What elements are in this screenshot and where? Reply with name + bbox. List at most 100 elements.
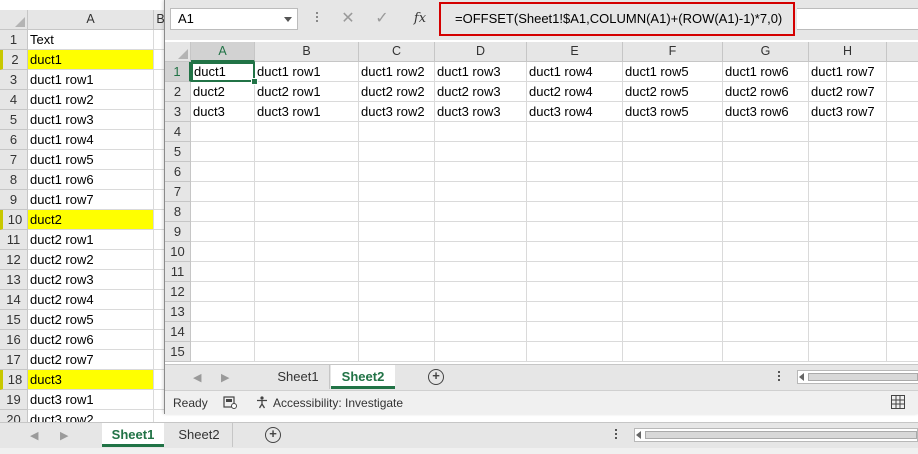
scroll-left-arrow-icon[interactable] — [799, 373, 804, 381]
row-header[interactable]: 2 — [165, 82, 191, 102]
cell-g12[interactable] — [723, 282, 809, 302]
cell-a[interactable]: duct3 row1 — [28, 390, 154, 410]
cell-a[interactable]: duct3 — [28, 370, 154, 390]
cell-e3[interactable]: duct3 row4 — [527, 102, 623, 122]
cell-c14[interactable] — [359, 322, 435, 342]
cell-f10[interactable] — [623, 242, 723, 262]
cell-h13[interactable] — [809, 302, 887, 322]
row-header[interactable]: 9 — [0, 190, 28, 210]
cell-g2[interactable]: duct2 row6 — [723, 82, 809, 102]
cell-c4[interactable] — [359, 122, 435, 142]
row-header[interactable]: 16 — [0, 330, 28, 350]
cell-partial[interactable] — [887, 222, 918, 242]
cell-b3[interactable]: duct3 row1 — [255, 102, 359, 122]
tab-scroll-right-icon[interactable]: ▶ — [60, 429, 68, 442]
cell-g10[interactable] — [723, 242, 809, 262]
cell-a[interactable]: duct1 — [28, 50, 154, 70]
cell-e7[interactable] — [527, 182, 623, 202]
tab-scroll-left-icon[interactable]: ◀ — [193, 371, 201, 384]
cell-h9[interactable] — [809, 222, 887, 242]
cell-a14[interactable] — [191, 322, 255, 342]
cell-g8[interactable] — [723, 202, 809, 222]
cell-partial[interactable] — [887, 242, 918, 262]
cell-c7[interactable] — [359, 182, 435, 202]
cell-e6[interactable] — [527, 162, 623, 182]
cell-a6[interactable] — [191, 162, 255, 182]
cell-d7[interactable] — [435, 182, 527, 202]
cell-h5[interactable] — [809, 142, 887, 162]
cell-b10[interactable] — [255, 242, 359, 262]
cell-a[interactable]: duct2 row2 — [28, 250, 154, 270]
row-header[interactable]: 14 — [0, 290, 28, 310]
cell-partial[interactable] — [887, 262, 918, 282]
cell-f9[interactable] — [623, 222, 723, 242]
row-header[interactable]: 13 — [165, 302, 191, 322]
fx-icon[interactable]: fx — [409, 9, 431, 29]
cell-e4[interactable] — [527, 122, 623, 142]
cell-d1[interactable]: duct1 row3 — [435, 62, 527, 82]
column-header-h[interactable]: H — [809, 42, 887, 62]
cell-a12[interactable] — [191, 282, 255, 302]
cell-h15[interactable] — [809, 342, 887, 362]
cell-d12[interactable] — [435, 282, 527, 302]
cell-d3[interactable]: duct3 row3 — [435, 102, 527, 122]
name-box[interactable]: A1 — [170, 8, 298, 30]
cell-a[interactable]: duct1 row2 — [28, 90, 154, 110]
cell-f2[interactable]: duct2 row5 — [623, 82, 723, 102]
cell-d14[interactable] — [435, 322, 527, 342]
cell-f14[interactable] — [623, 322, 723, 342]
add-sheet-icon[interactable]: + — [265, 427, 281, 443]
row-header[interactable]: 7 — [0, 150, 28, 170]
cell-a[interactable]: duct1 row1 — [28, 70, 154, 90]
cell-a[interactable]: duct2 row4 — [28, 290, 154, 310]
cell-c15[interactable] — [359, 342, 435, 362]
cell-c10[interactable] — [359, 242, 435, 262]
cell-e12[interactable] — [527, 282, 623, 302]
cell-partial[interactable] — [887, 302, 918, 322]
cell-f3[interactable]: duct3 row5 — [623, 102, 723, 122]
cell-partial[interactable] — [887, 162, 918, 182]
row-header[interactable]: 15 — [165, 342, 191, 362]
row-header[interactable]: 11 — [165, 262, 191, 282]
column-header-a[interactable]: A — [28, 10, 154, 30]
macro-record-icon[interactable] — [223, 395, 237, 409]
cancel-icon[interactable]: ✕ — [337, 9, 359, 29]
cell-b6[interactable] — [255, 162, 359, 182]
cell-c2[interactable]: duct2 row2 — [359, 82, 435, 102]
cell-partial[interactable] — [887, 62, 918, 82]
accessibility-icon[interactable] — [255, 395, 269, 409]
cell-d9[interactable] — [435, 222, 527, 242]
row-header[interactable]: 5 — [165, 142, 191, 162]
column-header-e[interactable]: E — [527, 42, 623, 62]
cell-c8[interactable] — [359, 202, 435, 222]
cell-a[interactable]: Text — [28, 30, 154, 50]
row-header[interactable]: 5 — [0, 110, 28, 130]
cell-a11[interactable] — [191, 262, 255, 282]
cell-b8[interactable] — [255, 202, 359, 222]
scrollbar-thumb[interactable] — [808, 373, 918, 381]
formula-bar-resize-handle[interactable] — [315, 12, 319, 26]
column-header-a[interactable]: A — [191, 42, 255, 62]
row-header[interactable]: 1 — [0, 30, 28, 50]
formula-input[interactable]: =OFFSET(Sheet1!$A1,COLUMN(A1)+(ROW(A1)-1… — [443, 8, 795, 30]
cell-partial[interactable] — [887, 282, 918, 302]
cell-a15[interactable] — [191, 342, 255, 362]
row-header[interactable]: 18 — [0, 370, 28, 390]
cell-f13[interactable] — [623, 302, 723, 322]
cell-a8[interactable] — [191, 202, 255, 222]
cell-f5[interactable] — [623, 142, 723, 162]
cell-h3[interactable]: duct3 row7 — [809, 102, 887, 122]
cell-e8[interactable] — [527, 202, 623, 222]
cell-b7[interactable] — [255, 182, 359, 202]
row-header[interactable]: 4 — [165, 122, 191, 142]
cell-a1[interactable]: duct1 — [191, 62, 255, 82]
more-options-icon[interactable] — [614, 429, 618, 441]
row-header[interactable]: 2 — [0, 50, 28, 70]
chevron-down-icon[interactable] — [284, 17, 292, 22]
cell-d11[interactable] — [435, 262, 527, 282]
cell-b1[interactable]: duct1 row1 — [255, 62, 359, 82]
cell-g14[interactable] — [723, 322, 809, 342]
cell-a[interactable]: duct2 row5 — [28, 310, 154, 330]
cell-a[interactable]: duct2 row1 — [28, 230, 154, 250]
row-header[interactable]: 9 — [165, 222, 191, 242]
